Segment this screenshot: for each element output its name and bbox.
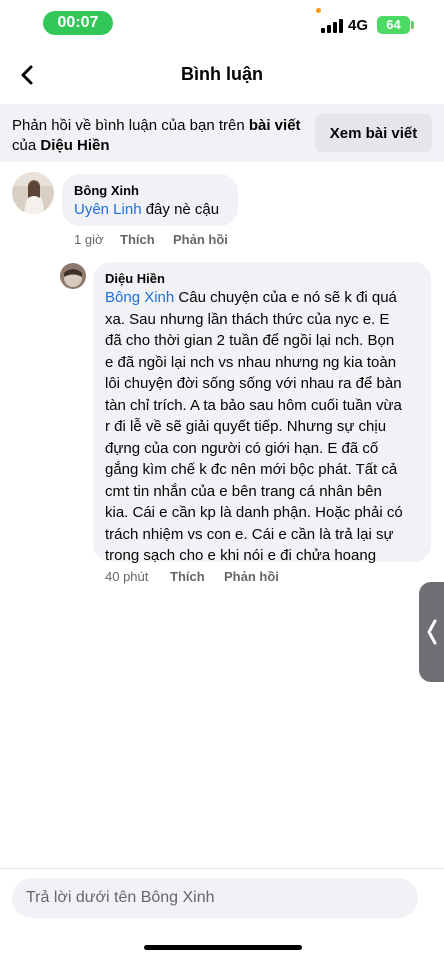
signal-icon: [321, 19, 343, 33]
comment-line: đựng của con người có giới hạn. E đã cố: [105, 439, 379, 457]
post-author-link[interactable]: Diệu Hiền: [40, 137, 109, 154]
battery-level: 64: [386, 17, 401, 32]
divider: [0, 868, 444, 869]
battery-nub: [411, 21, 414, 29]
context-text: Phản hồi về bình luận của bạn trên bài v…: [12, 116, 308, 156]
avatar[interactable]: [12, 172, 54, 214]
comment-body: đây nè cậu: [141, 201, 220, 218]
page-title: Bình luận: [181, 64, 263, 84]
context-middle: của: [12, 137, 41, 154]
view-post-button[interactable]: Xem bài viết: [315, 114, 432, 152]
comment-line: kia. Cái e cần kp là danh phận. Hoặc phả…: [105, 504, 403, 521]
user-photo-icon: [12, 172, 54, 214]
mic-indicator-dot: [316, 8, 321, 13]
chevron-left-icon: [427, 619, 436, 645]
status-bar: 00:07 4G 64: [0, 0, 444, 46]
reply-input[interactable]: [12, 878, 418, 918]
comment-line: tàn chỉ trích. A ta bảo sau hôm cuối tuầ…: [105, 396, 402, 414]
side-panel-handle[interactable]: [419, 582, 444, 682]
battery-icon: 64: [377, 16, 410, 34]
comment-author[interactable]: Bông Xinh: [74, 183, 139, 198]
reply-button[interactable]: Phản hồi: [224, 569, 279, 584]
comment-line: Bông Xinh Câu chuyện của e nó sẽ k đi qu…: [105, 289, 397, 306]
post-link[interactable]: bài viết: [249, 117, 301, 134]
comment-time: 1 giờ: [74, 232, 104, 247]
user-photo-icon: [60, 263, 86, 289]
status-time: 00:07: [43, 11, 113, 35]
context-prefix: Phản hồi về bình luận của bạn trên: [12, 117, 249, 134]
comment-line: lôi chuyện đời sống sống với nhau ra để …: [105, 375, 402, 392]
comment-author[interactable]: Diệu Hiền: [105, 271, 165, 286]
comment-line: e đã ngồi lại nch vs nhau nhưng ng kia t…: [105, 353, 397, 371]
comment-line: r đi lễ về sẽ giải quyết tiếp. Nhưng sự …: [105, 418, 387, 435]
like-button[interactable]: Thích: [120, 232, 155, 247]
comment-line: trong sạch cho e khi nói e đi chửa hoang: [105, 547, 377, 564]
header: Bình luận: [0, 46, 444, 104]
mention-link[interactable]: Uyên Linh: [74, 201, 142, 218]
mention-link[interactable]: Bông Xinh: [105, 289, 174, 306]
avatar[interactable]: [60, 263, 86, 289]
reply-button[interactable]: Phản hồi: [173, 232, 228, 247]
comment-line: trách nhiệm vs con e. Cái e cần là trả l…: [105, 525, 394, 543]
comment-line: gắng kìm chế k đc nên mới bộc phát. Tất …: [105, 461, 398, 478]
network-type: 4G: [348, 17, 369, 34]
comment-time: 40 phút: [105, 569, 149, 584]
comment-line: cmt tin nhắn của e bên trang cá nhân bên: [105, 482, 382, 500]
comment-line: xa. Sau nhưng lần thách thức của nyc e. …: [105, 310, 390, 328]
comment-text: Bông Xinh Câu chuyện của e nó sẽ k đi qu…: [105, 287, 427, 567]
comment-line: đã cho thời gian 2 tuần để ngồi lại nch.…: [105, 332, 395, 349]
comment-text: Uyên Linh đây nè cậu: [74, 199, 219, 221]
like-button[interactable]: Thích: [170, 569, 205, 584]
home-indicator[interactable]: [144, 945, 302, 950]
